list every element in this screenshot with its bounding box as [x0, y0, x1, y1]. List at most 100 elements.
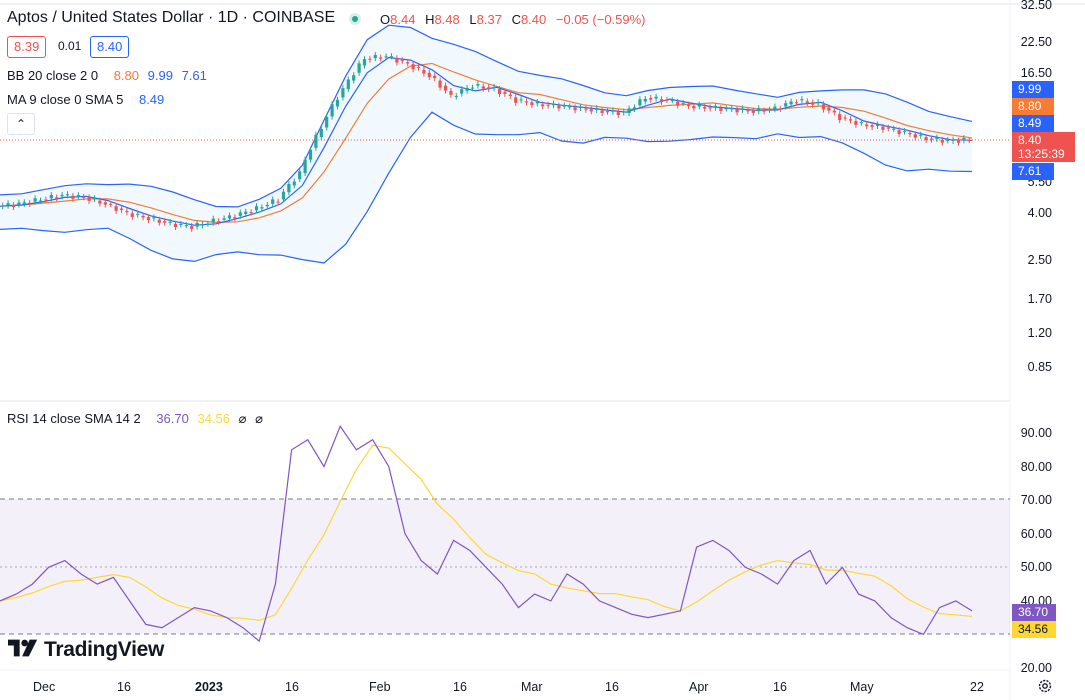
collapse-legend-button[interactable]: ⌃: [7, 113, 35, 135]
candle-body: [325, 117, 329, 128]
candle-body: [125, 210, 129, 213]
ma-legend[interactable]: MA 9 close 0 SMA 5 8.49: [7, 92, 164, 108]
candle-body: [724, 108, 728, 110]
candle-body: [227, 215, 232, 219]
candle-body: [103, 202, 107, 205]
rsi-sma-price-tag: 34.56: [1012, 621, 1056, 638]
candle-body: [330, 104, 334, 117]
chevron-up-icon: ⌃: [15, 117, 27, 131]
bb-legend[interactable]: BB 20 close 2 0 8.80 9.99 7.61: [7, 68, 207, 84]
candle-body: [557, 105, 561, 109]
candle-body: [260, 207, 264, 209]
price-axis-label: 22.50: [1020, 35, 1052, 49]
candle-body: [211, 218, 215, 223]
candle-body: [281, 191, 286, 200]
candle-body: [406, 62, 410, 64]
candle-body: [881, 126, 885, 130]
candle-body: [157, 219, 161, 223]
time-axis-label: 22: [970, 680, 984, 694]
candle-body: [55, 197, 59, 199]
candle-body: [794, 102, 799, 104]
candle-body: [362, 59, 367, 66]
candle-body: [341, 88, 345, 98]
candle-body: [643, 98, 647, 102]
candle-body: [179, 224, 183, 226]
candle-body: [665, 99, 669, 101]
candle-body: [33, 198, 37, 202]
candle-body: [308, 149, 313, 160]
candle-body: [190, 225, 194, 229]
candle-body: [422, 69, 426, 74]
candle-body: [568, 106, 572, 108]
candle-body: [595, 108, 599, 110]
candle-body: [368, 58, 372, 60]
bb-upper-value: 9.99: [147, 68, 173, 83]
candle-body: [109, 203, 113, 205]
ma-price-tag: 8.49: [1012, 115, 1054, 132]
candle-body: [573, 107, 577, 111]
tradingview-logo[interactable]: TradingView: [8, 638, 164, 662]
ma-value: 8.49: [138, 92, 165, 107]
candle-body: [28, 202, 32, 204]
candle-body: [244, 211, 248, 214]
bb-band-fill: [0, 25, 972, 264]
candle-body: [98, 200, 102, 204]
candle-body: [276, 201, 280, 203]
candle-body: [751, 110, 755, 113]
candle-body: [303, 159, 307, 174]
candle-body: [519, 99, 523, 101]
last-price-value: 8.40: [1018, 133, 1042, 147]
time-axis-label: 16: [605, 680, 619, 694]
time-axis-label: May: [850, 680, 874, 694]
candle-body: [146, 217, 151, 221]
candle-body: [686, 104, 691, 106]
candle-body: [119, 208, 124, 211]
candle-body: [427, 72, 431, 78]
candle-body: [908, 132, 912, 135]
candle-body: [616, 112, 620, 116]
candle-body: [141, 215, 145, 218]
candle-body: [184, 225, 188, 227]
time-axis-label: Apr: [689, 680, 709, 694]
candle-body: [821, 104, 826, 110]
rsi-legend[interactable]: RSI 14 close SMA 14 2 36.70 34.56 ⌀ ⌀: [7, 411, 263, 427]
candle-body: [530, 102, 534, 106]
candle-body: [411, 64, 415, 70]
candle-body: [784, 103, 788, 107]
candle-body: [638, 99, 642, 106]
candle-body: [767, 109, 772, 111]
candle-body: [195, 222, 199, 227]
market-status-icon[interactable]: [349, 13, 361, 25]
price-axis-label: 1.20: [1027, 326, 1052, 340]
candle-body: [470, 87, 475, 89]
price-axis-label: 2.50: [1027, 253, 1052, 267]
time-axis-label: 16: [117, 680, 131, 694]
rsi-extra-1: ⌀: [238, 411, 247, 426]
gear-icon[interactable]: [1037, 678, 1053, 694]
candle-body: [379, 57, 383, 59]
symbol-title[interactable]: Aptos / United States Dollar · 1D · COIN…: [7, 10, 335, 26]
bb-basis-value: 8.80: [113, 68, 139, 83]
price-axis-label: 16.50: [1020, 66, 1052, 80]
candle-body: [584, 108, 588, 110]
candle-body: [233, 217, 237, 219]
candle-body: [497, 89, 502, 95]
candle-body: [703, 106, 707, 109]
sell-button[interactable]: 8.39: [7, 36, 47, 58]
candle-body: [22, 202, 26, 204]
candle-body: [589, 109, 593, 112]
candle-body: [892, 128, 896, 130]
candle-body: [713, 105, 718, 108]
candle-body: [605, 111, 610, 113]
candle-body: [535, 101, 539, 104]
candle-body: [352, 75, 356, 81]
candle-body: [314, 134, 318, 148]
candle-body: [811, 102, 815, 105]
candle-body: [465, 87, 469, 91]
candle-body: [71, 195, 75, 199]
buy-button[interactable]: 8.40: [90, 36, 130, 58]
candle-body: [60, 194, 64, 197]
candle-body: [389, 56, 394, 58]
bar-countdown: 13:25:39: [1018, 147, 1065, 161]
ohlc-change: −0.05 (−0.59%): [555, 12, 646, 27]
